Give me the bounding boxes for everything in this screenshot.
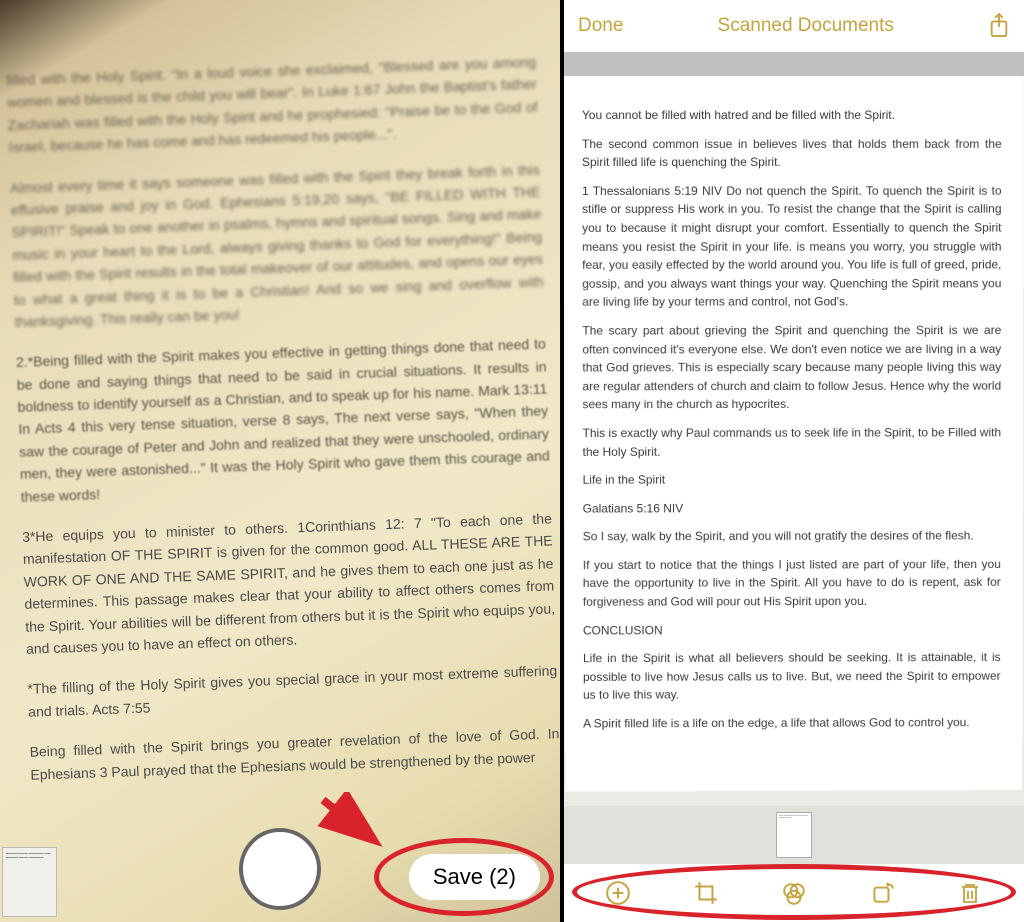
- shutter-button[interactable]: [239, 828, 321, 910]
- document-paragraph: So I say, walk by the Spirit, and you wi…: [583, 527, 1001, 546]
- share-icon[interactable]: [988, 12, 1010, 40]
- document-paragraph: 3*He equips you to minister to others. 1…: [22, 507, 556, 660]
- document-paragraph: A Spirit filled life is a life on the ed…: [583, 713, 1000, 733]
- document-paragraph: Life in the Spirit: [583, 470, 1001, 489]
- rotate-icon[interactable]: [868, 879, 896, 907]
- document-paragraph: filled with the Holy Spirit. "In a loud …: [6, 51, 539, 159]
- document-paragraph: The second common issue in believes live…: [582, 134, 1002, 171]
- filter-icon[interactable]: [780, 879, 808, 907]
- camera-capture-screen: filled with the Holy Spirit. "In a loud …: [0, 0, 560, 922]
- document-paragraph: 2.*Being filled with the Spirit makes yo…: [16, 333, 551, 508]
- page-thumbnail-strip: ▬▬ ▬▬▬ ▬ ▬▬ ▬▬▬ ▬▬ ▬▬▬ ▬ ▬▬: [564, 806, 1024, 864]
- scanned-page: You cannot be filled with hatred and be …: [564, 76, 1024, 792]
- page-title: Scanned Documents: [623, 15, 988, 37]
- document-paragraph: This is exactly why Paul commands us to …: [583, 423, 1002, 461]
- trash-icon[interactable]: [956, 879, 984, 907]
- subheader-bar: [564, 52, 1024, 76]
- done-button[interactable]: Done: [578, 15, 623, 37]
- live-document-preview: filled with the Holy Spirit. "In a loud …: [0, 10, 560, 922]
- document-paragraph: Galatians 5:16 NIV: [583, 498, 1001, 517]
- page-thumbnail[interactable]: ▬▬ ▬▬▬ ▬ ▬▬ ▬▬▬ ▬▬ ▬▬▬ ▬ ▬▬: [776, 812, 812, 858]
- document-paragraph: If you start to notice that the things I…: [583, 555, 1001, 611]
- add-page-icon[interactable]: [604, 879, 632, 907]
- save-button[interactable]: Save (2): [409, 854, 540, 900]
- navigation-bar: Done Scanned Documents: [564, 0, 1024, 52]
- document-paragraph: Life in the Spirit is what all believers…: [583, 648, 1001, 704]
- crop-icon[interactable]: [692, 879, 720, 907]
- document-paragraph: Almost every time it says someone was fi…: [10, 158, 545, 333]
- document-paragraph: CONCLUSION: [583, 620, 1001, 640]
- document-paragraph: 1 Thessalonians 5:19 NIV Do not quench t…: [582, 182, 1002, 312]
- document-paragraph: The scary part about grieving the Spirit…: [582, 321, 1001, 414]
- captured-thumbnail[interactable]: ▬▬▬▬ ▬▬▬ ▬▬▬▬▬ ▬▬ ▬▬▬▬ ▬▬▬ ▬▬▬▬▬: [2, 847, 57, 917]
- scanned-documents-screen: Done Scanned Documents You cannot be fil…: [564, 0, 1024, 922]
- document-viewport[interactable]: You cannot be filled with hatred and be …: [564, 76, 1024, 806]
- document-paragraph: You cannot be filled with hatred and be …: [582, 106, 1002, 125]
- edit-toolbar: [564, 864, 1024, 922]
- document-paragraph: Being filled with the Spirit brings you …: [29, 722, 560, 785]
- document-paragraph: *The filling of the Holy Spirit gives yo…: [27, 660, 558, 723]
